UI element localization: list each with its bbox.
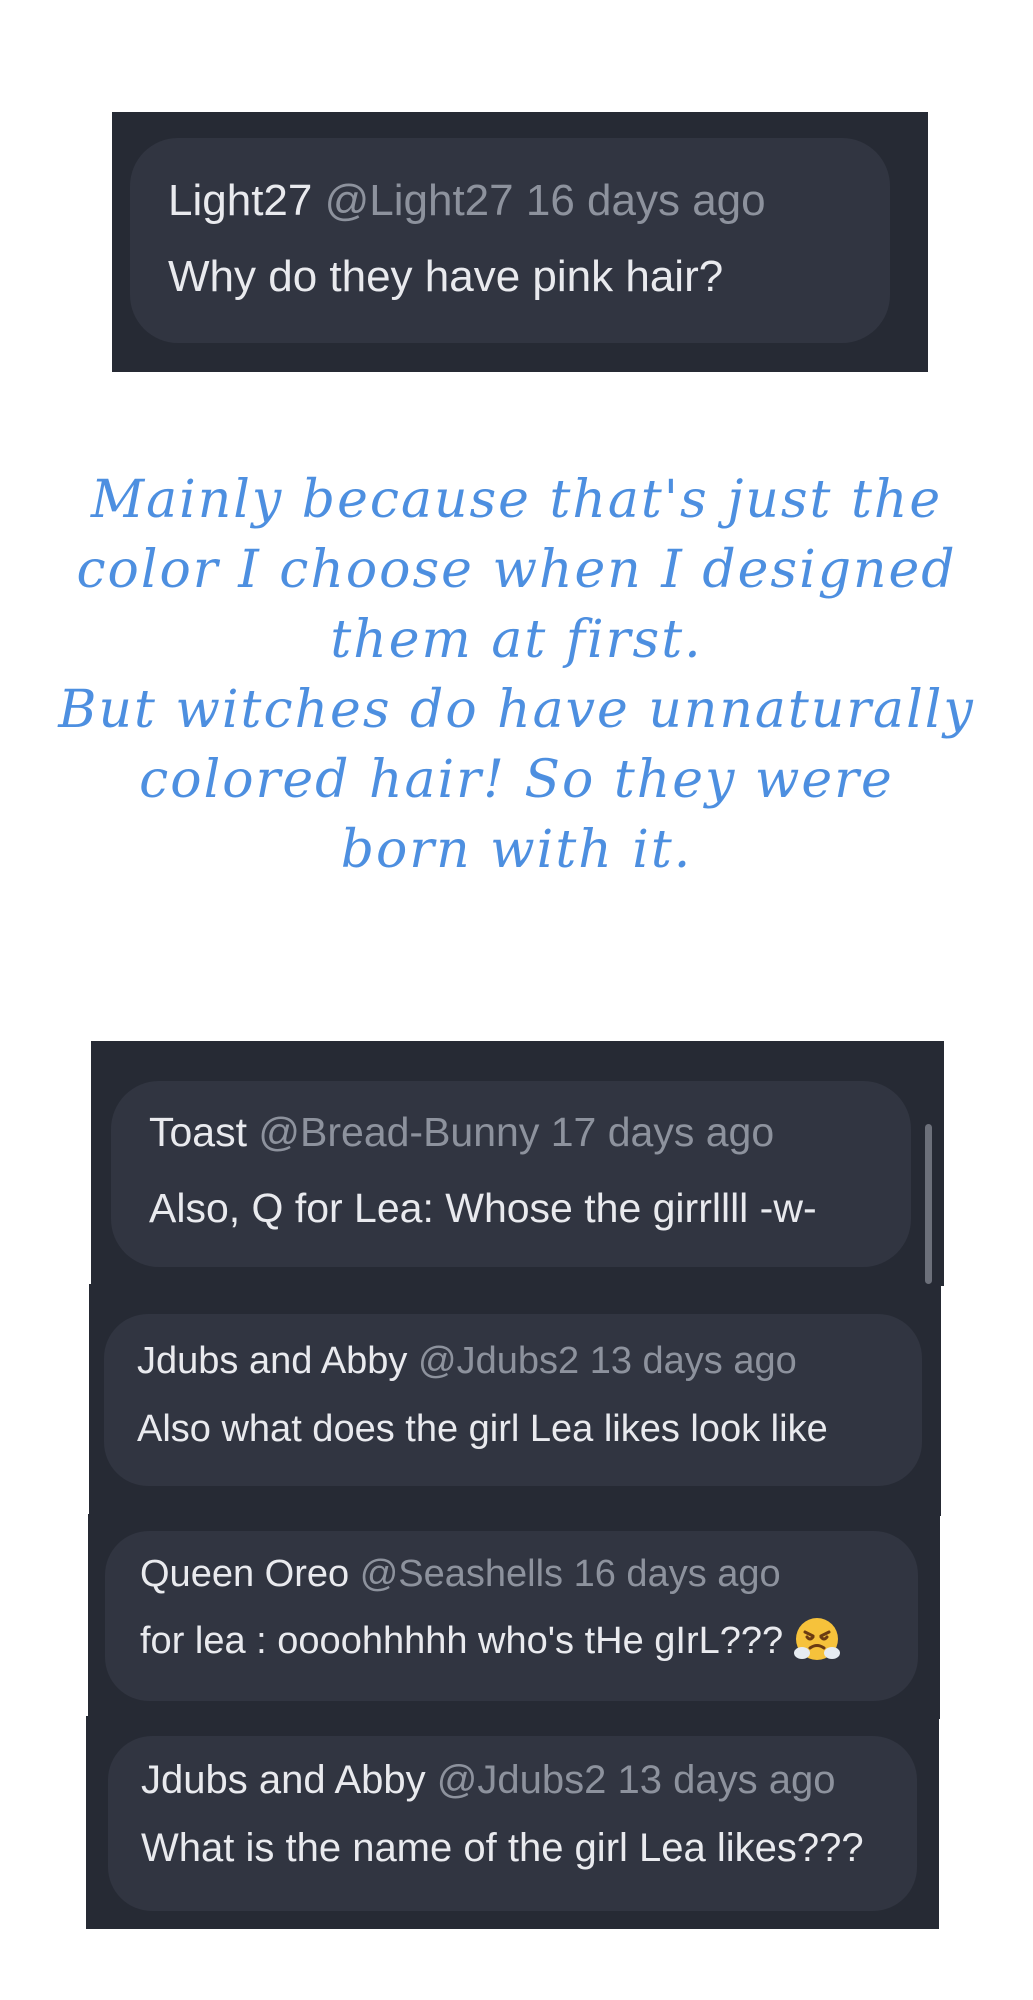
comment-author[interactable]: Light27 [168, 176, 312, 225]
comment-author[interactable]: Jdubs and Abby [141, 1758, 426, 1802]
comment-text: for lea : oooohhhhh who's tHe gIrL??? [140, 1618, 841, 1667]
reply-line: them at first. [330, 610, 703, 670]
comment-bubble[interactable]: Jdubs and Abby @Jdubs2 13 days ago What … [108, 1736, 917, 1911]
comment-bubble[interactable]: Toast @Bread-Bunny 17 days ago Also, Q f… [111, 1081, 911, 1267]
comments-panel-1: Toast @Bread-Bunny 17 days ago Also, Q f… [91, 1041, 944, 1286]
reply-line: colored hair! So they were [139, 750, 894, 810]
reply-line: born with it. [340, 820, 693, 880]
angry-steam-face-icon [794, 1618, 841, 1660]
comment-bubble[interactable]: Queen Oreo @Seashells 16 days ago for le… [105, 1531, 918, 1701]
comment-text-body: for lea : oooohhhhh who's tHe gIrL??? [140, 1620, 784, 1663]
author-reply: Mainly because that's just the color I c… [0, 465, 1033, 885]
comments-panel-4: Jdubs and Abby @Jdubs2 13 days ago What … [86, 1716, 939, 1929]
comments-panel-3: Queen Oreo @Seashells 16 days ago for le… [88, 1514, 940, 1719]
reply-line: Mainly because that's just the [90, 470, 943, 530]
top-comment-bubble[interactable]: Light27 @Light27 16 days ago Why do they… [130, 138, 890, 343]
comment-header: Jdubs and Abby @Jdubs2 13 days ago [137, 1340, 797, 1383]
comment-header: Jdubs and Abby @Jdubs2 13 days ago [141, 1758, 835, 1803]
comment-time: 16 days ago [573, 1553, 781, 1595]
comment-author[interactable]: Toast [149, 1109, 247, 1155]
comment-handle[interactable]: @Jdubs2 [437, 1758, 607, 1802]
comment-author[interactable]: Queen Oreo [140, 1553, 349, 1595]
top-comment-panel: Light27 @Light27 16 days ago Why do they… [112, 112, 928, 372]
comment-time: 17 days ago [550, 1109, 775, 1155]
comment-time: 13 days ago [589, 1340, 797, 1382]
comment-handle[interactable]: @Jdubs2 [418, 1340, 579, 1382]
reply-line: color I choose when I designed [76, 540, 957, 600]
comment-header: Toast @Bread-Bunny 17 days ago [149, 1109, 774, 1156]
comment-author[interactable]: Jdubs and Abby [137, 1340, 407, 1382]
comment-text: Also, Q for Lea: Whose the girrllll -w- [149, 1185, 817, 1231]
reply-line: But witches do have unnaturally [58, 680, 975, 740]
comment-bubble[interactable]: Jdubs and Abby @Jdubs2 13 days ago Also … [104, 1314, 922, 1486]
comment-header: Queen Oreo @Seashells 16 days ago [140, 1553, 781, 1596]
comment-text: Also what does the girl Lea likes look l… [137, 1408, 828, 1450]
comment-handle[interactable]: @Bread-Bunny [258, 1109, 539, 1155]
comment-text: Why do they have pink hair? [168, 252, 724, 301]
comment-header: Light27 @Light27 16 days ago [168, 176, 766, 226]
comment-text: What is the name of the girl Lea likes??… [141, 1826, 864, 1870]
comment-handle[interactable]: @Seashells [360, 1553, 563, 1595]
comment-time: 13 days ago [617, 1758, 836, 1802]
comments-panel-2: Jdubs and Abby @Jdubs2 13 days ago Also … [89, 1284, 941, 1516]
comment-time: 16 days ago [525, 176, 766, 225]
comment-handle[interactable]: @Light27 [325, 176, 514, 225]
scrollbar[interactable] [925, 1124, 932, 1284]
